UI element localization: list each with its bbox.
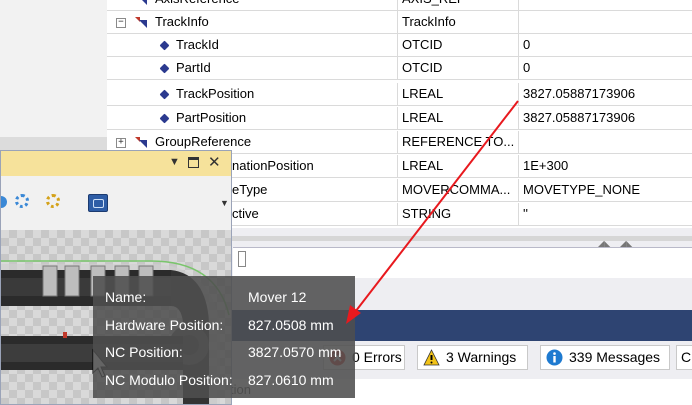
property-name: PartId (176, 60, 211, 75)
viewer-toolbar: ▼ (1, 176, 231, 230)
info-icon (546, 349, 563, 366)
property-value[interactable]: 0 (518, 34, 692, 57)
tooltip-hardware-value: 827.0508 mm (248, 317, 334, 333)
table-row[interactable]: TrackId OTCID 0 (107, 34, 692, 57)
property-type: STRING (397, 203, 518, 226)
minus-box-icon[interactable]: − (116, 18, 126, 28)
tooltip-nc-value: 3827.0570 mm (248, 344, 342, 360)
clear-button[interactable]: C (676, 345, 692, 370)
mover-tooltip: Name: Mover 12 Hardware Position: 827.05… (93, 276, 355, 398)
property-type: TrackInfo (397, 11, 518, 34)
tooltip-hardware-label: Hardware Position: (105, 317, 224, 333)
property-type: MOVERCOMMA... (397, 179, 518, 202)
triangle-down-icon[interactable]: ▼ (169, 156, 180, 168)
tooltip-name-value: Mover 12 (248, 289, 307, 305)
property-name: AxisReference (155, 0, 240, 10)
property-name: PartPosition (176, 110, 247, 125)
messages-filter-button[interactable]: 339 Messages (540, 345, 670, 370)
clear-label: C (681, 349, 692, 365)
property-type: LREAL (397, 107, 518, 130)
struct-icon (135, 17, 147, 28)
property-type: LREAL (397, 155, 518, 178)
table-row[interactable]: PartPosition LREAL 3827.05887173906 (107, 107, 692, 130)
property-name: TrackId (176, 37, 219, 52)
warning-icon (423, 349, 440, 366)
property-name: TrackInfo (155, 14, 209, 29)
plus-box-icon[interactable]: + (116, 138, 126, 148)
property-name: ctive (232, 206, 259, 221)
struct-icon (142, 0, 147, 5)
tooltip-ncmod-label: NC Modulo Position: (105, 372, 233, 388)
solution-explorer-pane (0, 0, 108, 150)
property-value[interactable]: 0 (518, 57, 692, 80)
diamond-icon (159, 113, 170, 124)
messages-label: 339 Messages (569, 349, 661, 365)
property-type: AXIS_REF (397, 0, 518, 11)
diamond-icon (159, 63, 170, 74)
table-row[interactable]: TrackPosition LREAL 3827.05887173906 (107, 83, 692, 106)
diamond-icon (159, 89, 170, 100)
table-row[interactable]: PartId OTCID 0 (107, 57, 692, 80)
property-value[interactable] (518, 131, 692, 154)
description-field (233, 247, 692, 278)
close-icon[interactable]: ✕ (208, 153, 221, 171)
table-row[interactable]: AxisReference AXIS_REF (107, 0, 692, 11)
property-value[interactable] (518, 0, 692, 11)
view-tool-icon[interactable] (1, 196, 7, 208)
tooltip-ncmod-value: 827.0610 mm (248, 372, 334, 388)
errors-label: 0 Errors (352, 349, 402, 365)
property-value[interactable]: '' (518, 203, 692, 226)
property-type: OTCID (397, 34, 518, 57)
tooltip-name-label: Name: (105, 289, 147, 305)
warnings-filter-button[interactable]: 3 Warnings (417, 345, 528, 370)
gear-icon[interactable] (15, 194, 29, 208)
property-type: REFERENCE TO... (397, 131, 518, 154)
property-value[interactable]: 3827.05887173906 (518, 83, 692, 106)
property-value[interactable] (518, 11, 692, 34)
property-value[interactable]: MOVETYPE_NONE (518, 179, 692, 202)
property-value[interactable]: 3827.05887173906 (518, 107, 692, 130)
pane-scroll-strip[interactable] (0, 137, 107, 150)
property-name: eType (232, 182, 268, 197)
property-type: LREAL (397, 83, 518, 106)
struct-icon (135, 137, 147, 148)
camera-icon[interactable] (88, 194, 108, 212)
window-titlebar[interactable]: ▼ ✕ (1, 151, 231, 177)
diamond-icon (159, 40, 170, 51)
tooltip-nc-label: NC Position: (105, 344, 183, 360)
warnings-label: 3 Warnings (446, 349, 517, 365)
table-row[interactable]: − TrackInfo TrackInfo (107, 11, 692, 34)
text-cursor-icon (238, 251, 246, 267)
triangle-down-icon[interactable]: ▼ (220, 198, 229, 208)
property-type: OTCID (397, 57, 518, 80)
gear-icon[interactable] (46, 194, 60, 208)
property-name: TrackPosition (176, 86, 255, 101)
property-name: nationPosition (232, 158, 314, 173)
window-maximize-icon[interactable] (188, 157, 199, 168)
property-value[interactable]: 1E+300 (518, 155, 692, 178)
